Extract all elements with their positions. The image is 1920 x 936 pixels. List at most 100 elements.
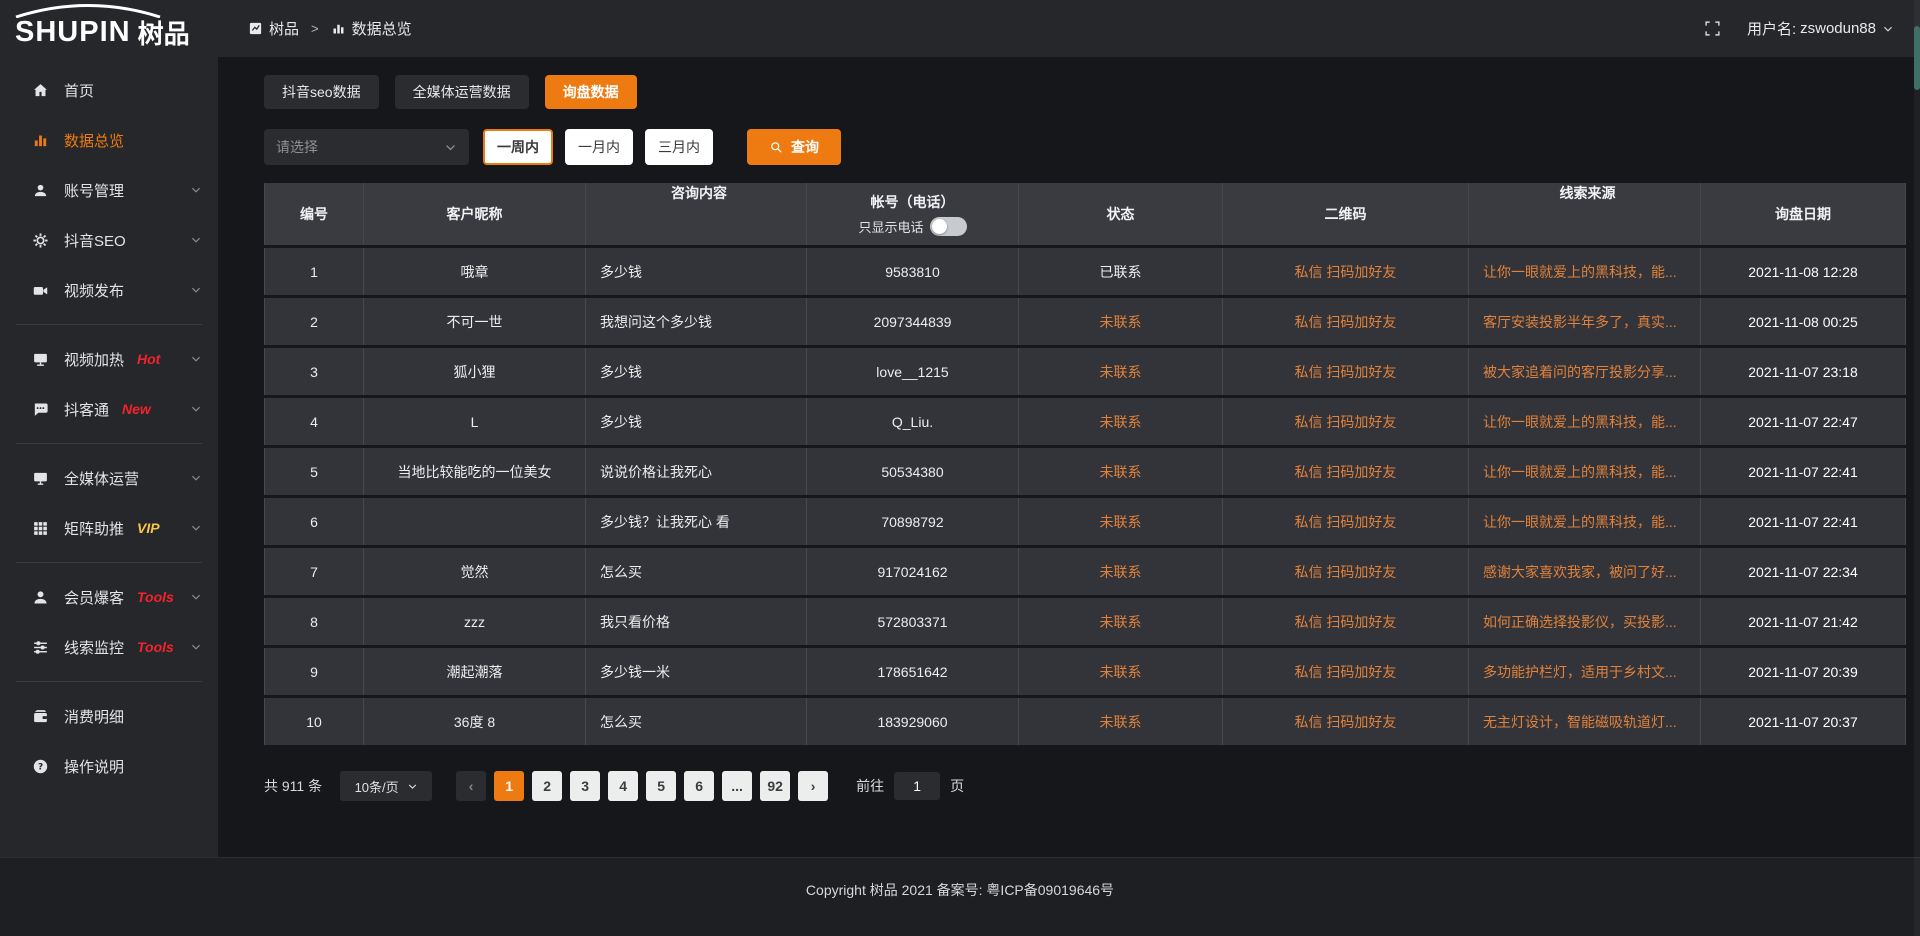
sidebar-item-badge: Hot (137, 351, 160, 367)
goto-label: 前往 (856, 776, 884, 796)
range-button-1[interactable]: 一周内 (483, 129, 553, 165)
chart-icon (331, 21, 346, 36)
cell-source[interactable]: 感谢大家喜欢我家，被问了好... (1469, 548, 1701, 595)
cell-nickname: 狐小狸 (364, 348, 586, 395)
tab-2[interactable]: 全媒体运营数据 (395, 75, 529, 109)
phone-only-toggle[interactable] (930, 217, 967, 236)
sidebar-item-data-overview[interactable]: 数据总览 (0, 115, 218, 165)
cell-nickname: 潮起潮落 (364, 648, 586, 695)
logo[interactable]: SHUPIN 树品 (0, 0, 218, 57)
cell-index: 7 (264, 548, 364, 595)
cell-qr[interactable]: 私信 扫码加好友 (1223, 648, 1469, 695)
cell-nickname: 不可一世 (364, 298, 586, 345)
cell-qr[interactable]: 私信 扫码加好友 (1223, 698, 1469, 745)
page-button-2[interactable]: 2 (532, 771, 562, 801)
scrollbar-thumb[interactable] (1914, 26, 1920, 90)
cell-source[interactable]: 如何正确选择投影仪，买投影... (1469, 598, 1701, 645)
page-button-5[interactable]: 5 (646, 771, 676, 801)
total-count: 共 911 条 (264, 776, 322, 796)
cell-source[interactable]: 让你一眼就爱上的黑科技，能... (1469, 398, 1701, 445)
filter-select-value: 请选择 (276, 137, 318, 157)
page-size-select[interactable]: 10条/页 (340, 771, 432, 801)
cell-qr[interactable]: 私信 扫码加好友 (1223, 498, 1469, 545)
goto-page-input[interactable] (894, 772, 940, 800)
column-header-8: 询盘日期 (1701, 183, 1906, 245)
sidebar-item-member-baoke[interactable]: 会员爆客Tools (0, 572, 218, 622)
cell-source[interactable]: 客厅安装投影半年多了，真实... (1469, 298, 1701, 345)
cell-content: 多少钱 (586, 248, 807, 295)
cell-source[interactable]: 让你一眼就爱上的黑科技，能... (1469, 498, 1701, 545)
sidebar-item-label: 视频加热 (64, 349, 124, 370)
user-menu[interactable]: 用户名: zswodun88 (1747, 18, 1894, 39)
sidebar-item-doukertong[interactable]: 抖客通New (0, 384, 218, 434)
cell-source[interactable]: 让你一眼就爱上的黑科技，能... (1469, 248, 1701, 295)
range-button-2[interactable]: 一月内 (565, 129, 633, 165)
sidebar-item-video-boost[interactable]: 视频加热 Hot (0, 334, 218, 384)
cell-account: 70898792 (807, 498, 1019, 545)
question-icon: ? (30, 758, 50, 775)
range-button-3[interactable]: 三月内 (645, 129, 713, 165)
cell-source[interactable]: 让你一眼就爱上的黑科技，能... (1469, 448, 1701, 495)
cell-date: 2021-11-08 12:28 (1701, 248, 1906, 295)
page-button-3[interactable]: 3 (570, 771, 600, 801)
cell-content: 怎么买 (586, 698, 807, 745)
sidebar-item-lead-monitor[interactable]: 线索监控Tools (0, 622, 218, 672)
next-page-button[interactable]: › (798, 771, 828, 801)
search-icon (769, 140, 784, 155)
tab-3[interactable]: 询盘数据 (545, 75, 637, 109)
filter-select[interactable]: 请选择 (264, 129, 469, 165)
breadcrumb-separator: > (311, 21, 319, 36)
table-header-row: 编号客户昵称咨询内容帐号（电话）只显示电话状态二维码线索来源询盘日期 (264, 183, 1906, 245)
table-row: 3狐小狸多少钱love__1215未联系私信 扫码加好友被大家追着问的客厅投影分… (264, 348, 1906, 395)
inquiry-table: 编号客户昵称咨询内容帐号（电话）只显示电话状态二维码线索来源询盘日期 1哦章多少… (264, 183, 1906, 745)
page-button-92[interactable]: 92 (760, 771, 790, 801)
cell-index: 5 (264, 448, 364, 495)
cell-qr[interactable]: 私信 扫码加好友 (1223, 248, 1469, 295)
topbar-right: 用户名: zswodun88 (1704, 18, 1920, 39)
cell-source[interactable]: 被大家追着问的客厅投影分享... (1469, 348, 1701, 395)
sidebar-item-account-management[interactable]: 账号管理 (0, 165, 218, 215)
search-button[interactable]: 查询 (747, 129, 841, 165)
chevron-down-icon (190, 403, 202, 415)
page-ellipsis[interactable]: ... (722, 771, 752, 801)
sidebar-item-badge: Tools (137, 589, 174, 605)
cell-nickname: L (364, 398, 586, 445)
sidebar-item-matrix-boost[interactable]: 矩阵助推VIP (0, 503, 218, 553)
sidebar-item-douyin-seo[interactable]: 抖音SEO (0, 215, 218, 265)
cell-qr[interactable]: 私信 扫码加好友 (1223, 598, 1469, 645)
chevron-down-icon (190, 234, 202, 246)
sidebar-item-home[interactable]: 首页 (0, 65, 218, 115)
cell-source[interactable]: 多功能护栏灯，适用于乡村文... (1469, 648, 1701, 695)
cell-account: 183929060 (807, 698, 1019, 745)
cell-qr[interactable]: 私信 扫码加好友 (1223, 398, 1469, 445)
cell-qr[interactable]: 私信 扫码加好友 (1223, 448, 1469, 495)
fullscreen-icon[interactable] (1704, 20, 1721, 37)
user-icon (30, 182, 50, 199)
cell-status: 未联系 (1019, 448, 1223, 495)
cell-date: 2021-11-07 22:41 (1701, 498, 1906, 545)
breadcrumb-root[interactable]: 树品 (269, 18, 299, 39)
cell-index: 6 (264, 498, 364, 545)
sidebar-item-media-operation[interactable]: 全媒体运营 (0, 453, 218, 503)
cell-qr[interactable]: 私信 扫码加好友 (1223, 548, 1469, 595)
cell-date: 2021-11-07 20:37 (1701, 698, 1906, 745)
sidebar-item-operation-guide[interactable]: ?操作说明 (0, 741, 218, 791)
page-button-4[interactable]: 4 (608, 771, 638, 801)
cell-source[interactable]: 无主灯设计，智能磁吸轨道灯... (1469, 698, 1701, 745)
sidebar-item-video-publish[interactable]: 视频发布 (0, 265, 218, 315)
scrollbar[interactable] (1914, 0, 1920, 936)
home-icon (30, 82, 50, 99)
cell-qr[interactable]: 私信 扫码加好友 (1223, 298, 1469, 345)
sidebar-divider (16, 443, 202, 444)
cell-date: 2021-11-07 21:42 (1701, 598, 1906, 645)
svg-text:?: ? (37, 761, 42, 772)
cell-qr[interactable]: 私信 扫码加好友 (1223, 348, 1469, 395)
page-button-1[interactable]: 1 (494, 771, 524, 801)
sidebar-item-consumption-detail[interactable]: 消费明细 (0, 691, 218, 741)
sidebar-item-label: 全媒体运营 (64, 468, 139, 489)
table-row: 9潮起潮落多少钱一米178651642未联系私信 扫码加好友多功能护栏灯，适用于… (264, 648, 1906, 695)
page-button-6[interactable]: 6 (684, 771, 714, 801)
cell-status: 未联系 (1019, 348, 1223, 395)
prev-page-button[interactable]: ‹ (456, 771, 486, 801)
tab-1[interactable]: 抖音seo数据 (264, 75, 379, 109)
